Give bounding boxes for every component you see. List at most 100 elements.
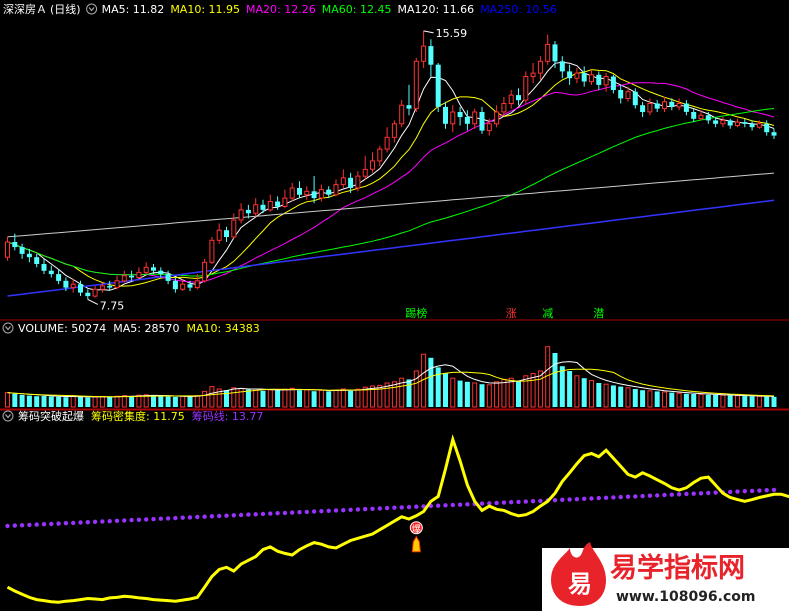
chip-line-dot (326, 508, 331, 513)
ma120-line (7, 172, 775, 238)
candle-body (523, 76, 529, 101)
rocket-icon (411, 535, 421, 553)
candle-body (610, 76, 616, 90)
chip-line-dot (114, 518, 120, 523)
chip-line-dot (647, 493, 653, 498)
volume-bar (720, 394, 726, 408)
volume-bar (705, 394, 711, 407)
chip-line-dot (706, 490, 711, 496)
volume-bar (114, 395, 120, 408)
chip-line-dot (764, 488, 769, 493)
volume-bar (326, 391, 332, 407)
volume-bar (618, 386, 624, 407)
candle-body (669, 101, 675, 107)
chip-line-dot (713, 490, 718, 495)
chip-line-dot (63, 521, 69, 526)
candle-body (472, 111, 478, 125)
chip-line-dot (749, 488, 755, 494)
chip-line-dot (348, 507, 353, 512)
candle-body (63, 280, 69, 288)
volume-bar (589, 380, 594, 408)
chip-line-dot (479, 501, 485, 506)
candle-body (683, 103, 689, 112)
chip-line-dot (19, 523, 25, 528)
volume-bar (435, 367, 441, 407)
chip-line-dot (268, 511, 273, 516)
candle-body (508, 94, 514, 104)
candle-body (391, 123, 397, 138)
chip-line-dot (49, 521, 54, 527)
ma-legend-item: MA10: 11.95 (170, 3, 240, 16)
candle-body (267, 201, 273, 211)
candle-body (209, 239, 215, 263)
volume-bar (187, 396, 193, 407)
candle-body (19, 247, 25, 254)
price-low-annotation: 7.75 (100, 299, 125, 312)
candle-body (260, 204, 266, 210)
watermark-logo-char: 易 (568, 570, 592, 598)
candle-body (151, 267, 156, 271)
volume-bar (735, 395, 740, 408)
candle-body (727, 120, 733, 126)
volume-bar (472, 382, 478, 408)
chip-line-dot (523, 499, 528, 504)
chip-line-dot (589, 496, 594, 501)
stock-chart: 15.59 7.75 踢榜 涨 减 潜 爆 深深房Ａ (日线) MA5: 11.82 MA1… (0, 2, 789, 611)
candle-body (245, 209, 251, 214)
volume-bar (275, 390, 281, 407)
header-value: VOLUME: 50274 (18, 322, 106, 335)
chip-line-dot (311, 509, 317, 514)
volume-bar (348, 390, 354, 407)
ma60-line (7, 108, 775, 277)
chip-line-dot (100, 519, 105, 524)
chip-line-dot (465, 502, 470, 507)
chip-line-dot (355, 507, 361, 512)
chip-line-dot (173, 515, 178, 521)
chip-line-dot (290, 510, 295, 515)
chip-line-dot (611, 495, 616, 500)
chip-line-dot (640, 493, 645, 499)
chip-line-dot (253, 512, 258, 517)
volume-bar (391, 381, 397, 408)
chip-line-dot (530, 499, 536, 504)
signal-label: 潜 (593, 306, 604, 320)
candle-body (589, 74, 594, 83)
chip-line-dot (165, 516, 171, 521)
candle-body (289, 187, 295, 199)
volume-bar (428, 357, 434, 407)
volume-bar (654, 391, 660, 407)
candle-body (399, 104, 405, 125)
chip-line-dot (129, 517, 134, 523)
candle-body (121, 275, 127, 282)
candle-body (516, 95, 521, 101)
stock-name: 深深房Ａ (3, 3, 47, 16)
chip-line-dot (12, 523, 17, 528)
volume-bar (85, 397, 91, 407)
candle-body (187, 284, 193, 288)
candle-body (355, 175, 361, 189)
volume-bar (172, 396, 178, 407)
chip-line-dot (187, 515, 193, 520)
watermark-url: www.108096.com (616, 589, 756, 605)
candle-body (742, 122, 748, 124)
volume-bar (107, 397, 113, 407)
chip-line-dot (436, 503, 441, 508)
volume-bar (48, 396, 54, 407)
watermark-brand: 易学指标网 (610, 552, 745, 584)
signal-labels: 踢榜 涨 减 潜 (405, 306, 604, 320)
volume-bar (727, 395, 733, 407)
volume-bar (34, 396, 40, 407)
ma250-line (7, 199, 775, 297)
candle-body (107, 285, 113, 288)
chip-line-dot (333, 508, 339, 513)
candle-body (457, 112, 463, 118)
chip-line-dot (450, 502, 455, 508)
volume-bar (479, 384, 485, 407)
chevron-down-icon (86, 3, 98, 15)
candle-body (304, 190, 310, 196)
candle-body (421, 45, 427, 62)
chip-line-dot (363, 506, 368, 512)
candle-body (231, 219, 237, 238)
chip-line-dot (655, 493, 660, 498)
chip-line-dot (78, 520, 83, 525)
